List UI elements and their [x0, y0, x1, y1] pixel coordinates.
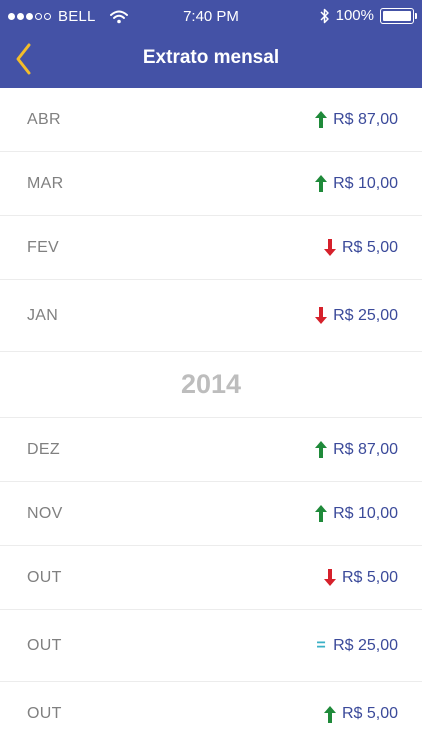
bluetooth-icon	[320, 8, 329, 23]
year-section-header: 2014	[0, 352, 422, 418]
month-label: MAR	[27, 174, 64, 192]
amount-value: R$ 10,00	[333, 174, 398, 192]
amount-group: R$ 25,00	[315, 307, 398, 325]
arrow-up-icon	[315, 111, 328, 128]
status-right: 100%	[320, 7, 417, 24]
statement-row[interactable]: MAR R$ 10,00	[0, 152, 422, 216]
amount-group: R$ 87,00	[315, 441, 398, 459]
trend-up-icon	[315, 505, 328, 522]
arrow-down-icon	[323, 569, 336, 586]
statement-row[interactable]: OUT = R$ 25,00	[0, 610, 422, 682]
month-label: ABR	[27, 110, 61, 128]
trend-up-icon	[323, 705, 336, 723]
amount-value: R$ 87,00	[333, 440, 398, 458]
statement-row[interactable]: OUT R$ 5,00	[0, 682, 422, 746]
battery-percent: 100%	[335, 7, 374, 24]
trend-down-icon	[323, 569, 336, 586]
month-label: JAN	[27, 306, 59, 324]
amount-group: = R$ 25,00	[315, 637, 398, 655]
app-header: BELL 7:40 PM 100% Extrato mensal	[0, 0, 422, 88]
statement-row[interactable]: OUT R$ 5,00	[0, 546, 422, 610]
statement-row[interactable]: ABR R$ 87,00	[0, 88, 422, 152]
amount-value: R$ 5,00	[341, 705, 398, 722]
amount-group: R$ 87,00	[315, 111, 398, 129]
arrow-up-icon	[315, 441, 328, 458]
trend-down-icon	[323, 239, 336, 256]
month-label: FEV	[27, 238, 60, 256]
page-title: Extrato mensal	[142, 47, 280, 68]
battery-icon	[380, 7, 417, 24]
month-label: OUT	[27, 636, 62, 654]
arrow-up-icon	[323, 705, 336, 723]
month-label: OUT	[27, 568, 62, 586]
amount-group: R$ 5,00	[323, 705, 398, 723]
month-label: OUT	[27, 705, 62, 722]
statement-row[interactable]: JAN R$ 25,00	[0, 280, 422, 352]
arrow-up-icon	[315, 505, 328, 522]
amount-value: R$ 87,00	[333, 110, 398, 128]
amount-group: R$ 5,00	[323, 568, 398, 587]
statement-row[interactable]: NOV R$ 10,00	[0, 482, 422, 546]
amount-group: R$ 10,00	[315, 505, 398, 523]
amount-value: R$ 5,00	[341, 568, 398, 586]
amount-value: R$ 5,00	[341, 238, 398, 256]
arrow-down-icon	[315, 307, 328, 324]
amount-value: R$ 25,00	[333, 636, 398, 654]
trend-up-icon	[315, 441, 328, 458]
statement-row[interactable]: DEZ R$ 87,00	[0, 418, 422, 482]
month-label: NOV	[27, 504, 63, 522]
arrow-up-icon	[315, 175, 328, 192]
amount-group: R$ 10,00	[315, 175, 398, 193]
trend-up-icon	[315, 111, 328, 128]
trend-up-icon	[315, 175, 328, 192]
trend-equal-icon: =	[316, 636, 326, 654]
statement-list: ABR R$ 87,00 MAR R$ 10,00 FEV R$ 5,00 JA…	[0, 88, 422, 746]
statement-row[interactable]: FEV R$ 5,00	[0, 216, 422, 280]
status-bar: BELL 7:40 PM 100%	[0, 0, 422, 34]
amount-value: R$ 10,00	[333, 504, 398, 522]
arrow-down-icon	[323, 239, 336, 256]
navigation-bar: Extrato mensal	[0, 34, 422, 88]
amount-group: R$ 5,00	[323, 238, 398, 257]
trend-down-icon	[315, 307, 328, 324]
month-label: DEZ	[27, 440, 60, 458]
amount-value: R$ 25,00	[333, 306, 398, 324]
